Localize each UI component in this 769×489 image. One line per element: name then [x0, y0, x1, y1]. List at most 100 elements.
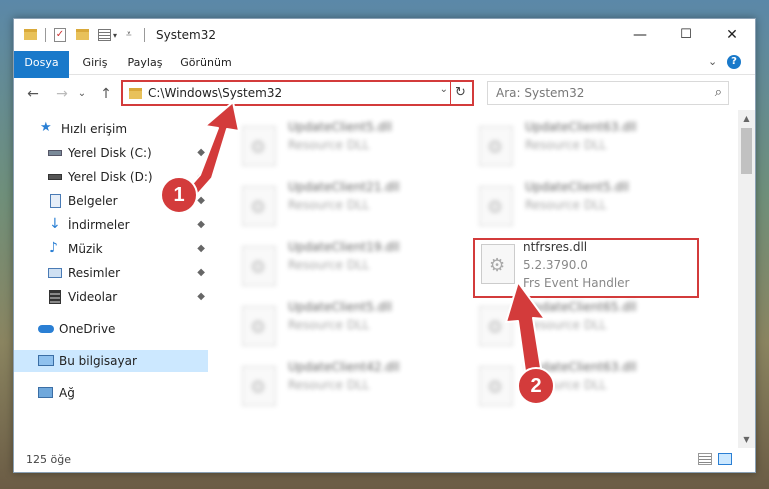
- scroll-down-icon[interactable]: ▼: [738, 431, 755, 448]
- nav-item-network[interactable]: Ağ: [14, 382, 208, 404]
- tab-home[interactable]: Giriş: [74, 51, 116, 75]
- folder-icon: [24, 29, 37, 40]
- chevron-down-icon[interactable]: ▾: [113, 31, 117, 47]
- nav-item-downloads[interactable]: ↓ İndirmeler ◆: [14, 214, 208, 236]
- file-item[interactable]: UpdateClient65.dll Resource DLL: [467, 300, 697, 360]
- network-icon: [38, 387, 53, 398]
- pin-icon[interactable]: ◆: [197, 190, 205, 212]
- back-button[interactable]: ←: [23, 84, 43, 104]
- refresh-button[interactable]: ↻: [450, 82, 470, 104]
- dll-file-icon: [242, 306, 276, 346]
- pin-icon[interactable]: ◆: [197, 286, 205, 308]
- dll-file-icon: [479, 306, 513, 346]
- file-name: UpdateClient5.dll: [288, 120, 392, 134]
- folder-icon: [129, 88, 142, 99]
- search-input[interactable]: Ara: System32 ⌕: [487, 81, 729, 105]
- cloud-icon: [38, 325, 54, 333]
- pin-icon[interactable]: ◆: [197, 238, 205, 260]
- pin-icon[interactable]: ◆: [197, 262, 205, 284]
- rename-icon[interactable]: [98, 29, 111, 41]
- file-name: UpdateClient63.dll: [525, 120, 637, 134]
- dll-file-icon: [481, 244, 515, 284]
- file-name: UpdateClient21.dll: [288, 180, 400, 194]
- file-list: UpdateClient5.dll Resource DLL UpdateCli…: [210, 110, 737, 448]
- nav-item-label: Resimler: [68, 266, 121, 280]
- scroll-up-icon[interactable]: ▲: [738, 110, 755, 127]
- dll-file-icon: [242, 186, 276, 226]
- pin-icon[interactable]: ◆: [197, 166, 205, 188]
- help-icon[interactable]: ?: [727, 55, 741, 69]
- address-bar[interactable]: C:\Windows\System32 ⌄ ↻: [121, 80, 474, 106]
- file-type: Resource DLL: [288, 198, 370, 212]
- vertical-scrollbar[interactable]: ▲ ▼: [738, 110, 755, 448]
- tab-view[interactable]: Görünüm: [174, 51, 238, 75]
- nav-item-local-disk-c[interactable]: Yerel Disk (C:) ◆: [14, 142, 208, 164]
- properties-check-icon[interactable]: ✓: [54, 28, 66, 42]
- pin-icon[interactable]: ◆: [197, 214, 205, 236]
- new-folder-icon[interactable]: [76, 29, 89, 40]
- file-name: UpdateClient5.dll: [525, 180, 629, 194]
- maximize-button[interactable]: ☐: [663, 19, 709, 51]
- file-item[interactable]: UpdateClient5.dll Resource DLL: [467, 180, 697, 240]
- nav-item-pictures[interactable]: Resimler ◆: [14, 262, 208, 284]
- file-item[interactable]: UpdateClient19.dll Resource DLL: [230, 240, 460, 300]
- nav-item-music[interactable]: ♪ Müzik ◆: [14, 238, 208, 260]
- file-item[interactable]: UpdateClient63.dll Resource DLL: [467, 360, 697, 420]
- dll-file-icon: [242, 366, 276, 406]
- customize-toolbar-icon[interactable]: ⩡: [126, 29, 132, 45]
- nav-item-onedrive[interactable]: OneDrive: [14, 318, 208, 340]
- file-name: ntfrsres.dll: [523, 240, 588, 254]
- expand-ribbon-icon[interactable]: ⌄: [708, 55, 717, 68]
- nav-item-label: Müzik: [68, 242, 103, 256]
- address-dropdown-icon[interactable]: ⌄: [440, 84, 448, 95]
- nav-item-label: Bu bilgisayar: [59, 354, 137, 368]
- drive-icon: [48, 150, 62, 156]
- file-type: Resource DLL: [525, 138, 607, 152]
- file-type: Resource DLL: [525, 318, 607, 332]
- navigation-pane: ★ Hızlı erişim Yerel Disk (C:) ◆ Yerel D…: [14, 110, 208, 448]
- ribbon-tabs: Dosya Giriş Paylaş Görünüm ⌄ ?: [14, 51, 755, 111]
- file-item[interactable]: UpdateClient21.dll Resource DLL: [230, 180, 460, 240]
- address-path[interactable]: C:\Windows\System32: [148, 86, 282, 100]
- nav-item-label: İndirmeler: [68, 218, 130, 232]
- file-item[interactable]: UpdateClient5.dll Resource DLL: [230, 300, 460, 360]
- file-name: UpdateClient19.dll: [288, 240, 400, 254]
- title-separator: [144, 28, 145, 42]
- file-type: Resource DLL: [525, 198, 607, 212]
- nav-item-label: Ağ: [59, 386, 75, 400]
- item-count: 125 öğe: [26, 453, 71, 466]
- file-type: Resource DLL: [288, 258, 370, 272]
- window-title: System32: [156, 28, 217, 42]
- search-placeholder: Ara: System32: [496, 86, 585, 100]
- search-icon[interactable]: ⌕: [715, 85, 722, 100]
- file-item[interactable]: UpdateClient5.dll Resource DLL: [230, 120, 460, 180]
- videos-icon: [49, 290, 61, 304]
- file-type: Resource DLL: [288, 378, 370, 392]
- file-description: Frs Event Handler: [523, 276, 630, 290]
- file-item-ntfrsres[interactable]: ntfrsres.dll 5.2.3790.0 Frs Event Handle…: [473, 238, 699, 298]
- pin-icon[interactable]: ◆: [197, 142, 205, 164]
- scrollbar-thumb[interactable]: [741, 128, 752, 174]
- nav-item-label: Yerel Disk (C:): [68, 146, 152, 160]
- nav-item-quick-access[interactable]: ★ Hızlı erişim: [14, 118, 208, 140]
- recent-locations-button[interactable]: ⌄: [72, 84, 92, 104]
- forward-button[interactable]: →: [52, 84, 72, 104]
- nav-item-label: Hızlı erişim: [61, 122, 128, 136]
- nav-item-label: Yerel Disk (D:): [68, 170, 153, 184]
- dll-file-icon: [479, 186, 513, 226]
- documents-icon: [50, 194, 61, 208]
- details-view-icon[interactable]: [698, 453, 712, 465]
- nav-item-this-pc[interactable]: Bu bilgisayar: [14, 350, 208, 372]
- nav-item-videos[interactable]: Videolar ◆: [14, 286, 208, 308]
- tab-share[interactable]: Paylaş: [120, 51, 170, 75]
- up-button[interactable]: ↑: [96, 84, 116, 104]
- nav-item-label: OneDrive: [59, 322, 116, 336]
- pictures-icon: [48, 268, 62, 278]
- drive-icon: [48, 174, 62, 180]
- file-item[interactable]: UpdateClient42.dll Resource DLL: [230, 360, 460, 420]
- file-name: UpdateClient5.dll: [288, 300, 392, 314]
- file-item[interactable]: UpdateClient63.dll Resource DLL: [467, 120, 697, 180]
- large-icons-view-icon[interactable]: [718, 453, 732, 465]
- minimize-button[interactable]: —: [617, 19, 663, 51]
- close-button[interactable]: ✕: [709, 19, 755, 51]
